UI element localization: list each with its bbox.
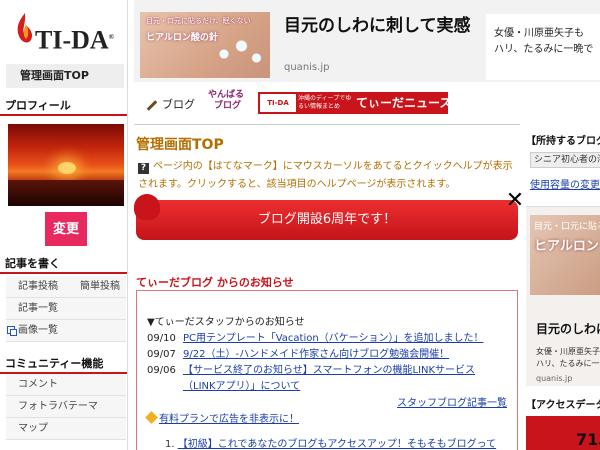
- sunset-sun: [58, 162, 76, 174]
- access-count-box: 713: [526, 416, 600, 450]
- notice-date: 09/07: [147, 349, 176, 360]
- cake-icon: [134, 194, 160, 220]
- sidebar-admin-top[interactable]: 管理画面TOP: [6, 64, 124, 88]
- divider: [134, 124, 520, 125]
- notice-row: 09/10 PC用テンプレート「Vacation（バケーション）」を追加しました…: [147, 331, 507, 347]
- staff-notice-heading: ▼てぃーだスタッフからのお知らせ: [147, 317, 305, 328]
- side-ad-caption: 目元・口元に貼る: [534, 222, 600, 232]
- profile-image: [8, 124, 124, 206]
- notice-title: てぃーだブログ からのお知らせ: [136, 276, 294, 289]
- access-count: 713: [576, 430, 600, 449]
- ad-image-caption: 目元・口元に貼るだけ、眠くない: [146, 17, 251, 25]
- logo-text: TI-DA®: [35, 25, 114, 55]
- top-ad-banner[interactable]: 目元・口元に貼るだけ、眠くない ヒアルロン酸の針 目元のしわに刺して実感 qua…: [134, 0, 600, 82]
- sidebar-item-article-list[interactable]: 記事一覧: [6, 298, 126, 320]
- banner-text: ブログ開設6周年です！: [257, 212, 397, 227]
- sidebar-item-post-link[interactable]: 記事投稿: [18, 281, 58, 292]
- flame-icon: [17, 13, 33, 43]
- news-tagline: 沖縄のディープでゆるい情報まとめ: [298, 95, 352, 110]
- help-icon[interactable]: ?: [138, 163, 149, 174]
- capacity-change-link[interactable]: 使用容量の変更: [530, 176, 600, 191]
- notice-row: 09/06 【サービス終了のお知らせ】スマートフォンの機能LINKサービス（LI…: [147, 363, 507, 395]
- staff-blog-list-link[interactable]: スタッフブログ記事一覧: [397, 398, 507, 409]
- notice-box: ▼てぃーだスタッフからのお知らせ 09/10 PC用テンプレート「Vacatio…: [136, 290, 518, 450]
- ad-needle-graphic: [214, 30, 264, 70]
- sidebar-item-quick-post-link[interactable]: 簡単投稿: [80, 276, 120, 298]
- sidebar-item-post: 記事投稿 簡単投稿: [6, 276, 126, 298]
- site-logo[interactable]: TI-DA®: [14, 12, 120, 55]
- owned-blogs-heading: 【所持するブログ: [526, 136, 600, 147]
- page-title: 管理画面TOP: [136, 137, 224, 153]
- close-icon[interactable]: ✕: [505, 190, 525, 212]
- side-ad-title[interactable]: 目元のしわに: [536, 320, 600, 337]
- notice-link[interactable]: 9/22（土）-ハンドメイド作家さん向けブログ勉強会開催！: [183, 349, 449, 360]
- ad-side-text[interactable]: 女優・川原亜矢子も ハリ、たるみに一晩で: [486, 14, 600, 80]
- profile-heading: プロフィール: [0, 98, 127, 116]
- sidebar-item-map[interactable]: マップ: [6, 418, 126, 440]
- notice-link[interactable]: 【サービス終了のお知らせ】スマートフォンの機能LINKサービス（LINKアプリ）…: [183, 365, 475, 392]
- side-ad-caption-title: ヒアルロン: [534, 239, 599, 254]
- notice-date: 09/06: [147, 365, 176, 376]
- nav-yanbaru-blog-link[interactable]: やんばる ブログ: [208, 90, 244, 112]
- ad-image-title: ヒアルロン酸の針: [146, 33, 218, 43]
- notice-row: 09/07 9/22（土）-ハンドメイド作家さん向けブログ勉強会開催！: [147, 347, 507, 363]
- ad-free-link[interactable]: 有料プランで広告を非表示に！: [159, 414, 299, 425]
- news-logo: TI-DA: [260, 94, 296, 112]
- change-profile-button[interactable]: 変更: [45, 212, 87, 246]
- write-menu: 記事投稿 簡単投稿 記事一覧 画像一覧: [6, 276, 126, 342]
- sunset-sea: [8, 180, 124, 206]
- anniversary-banner[interactable]: ブログ開設6周年です！: [134, 194, 518, 240]
- nav-blog-link[interactable]: ブログ: [146, 96, 195, 112]
- write-heading: 記事を書く: [0, 256, 127, 274]
- ad-free-row: 有料プランで広告を非表示に！: [145, 411, 507, 429]
- community-menu: コメント フォトラバテーマ マップ: [6, 374, 126, 440]
- ad-title[interactable]: 目元のしわに刺して実感: [284, 16, 474, 37]
- help-text: ? ページ内の【はてなマーク】にマウスカーソルをあてるとクイックヘルプが表示されま…: [138, 161, 513, 190]
- notice-link[interactable]: PC用テンプレート「Vacation（バケーション）」を追加しました！: [183, 333, 484, 344]
- tutorial-item: 1. 【初級】これであなたのブログもアクセスアップ！そもそもブログって: [165, 439, 497, 450]
- side-ad-body: 女優・川原亜矢子 ハリ、たるみに一: [536, 347, 600, 368]
- ad-domain: quanis.jp: [284, 62, 330, 73]
- staff-blog-list-link-wrap: スタッフブログ記事一覧: [147, 397, 507, 411]
- news-title: てぃーだニュース: [356, 96, 452, 110]
- notice-date: 09/10: [147, 333, 176, 344]
- side-ad-domain: quanis.jp: [536, 374, 573, 383]
- copy-icon: [7, 326, 17, 336]
- tutorial-link[interactable]: 【初級】これであなたのブログもアクセスアップ！そもそもブログって: [178, 439, 496, 450]
- sidebar: TI-DA® 管理画面TOP プロフィール 変更 記事を書く 記事投稿 簡単投稿 …: [0, 0, 128, 450]
- access-data-heading: 【アクセスデータ: [526, 400, 600, 411]
- sidebar-item-photolove[interactable]: フォトラバテーマ: [6, 396, 126, 418]
- sidebar-item-image-list[interactable]: 画像一覧: [6, 320, 126, 342]
- ad-image: 目元・口元に貼るだけ、眠くない ヒアルロン酸の針: [140, 12, 270, 78]
- nav-tida-news-banner[interactable]: TI-DA 沖縄のディープでゆるい情報まとめ てぃーだニュース: [258, 92, 452, 114]
- sidebar-item-comment[interactable]: コメント: [6, 374, 126, 396]
- pen-icon: [146, 99, 158, 111]
- owned-blog-select[interactable]: シニア初心者の海: [530, 152, 600, 168]
- right-column: 【所持するブログ シニア初心者の海 使用容量の変更 目元・口元に貼る ヒアルロン…: [526, 124, 600, 450]
- community-heading: コミュニティー機能: [0, 356, 127, 374]
- sparkle-icon: [145, 411, 158, 424]
